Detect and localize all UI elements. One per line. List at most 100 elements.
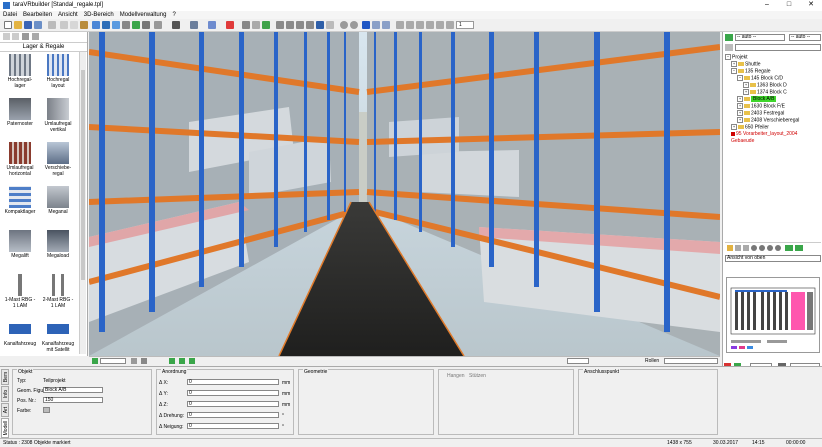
new-file-icon[interactable] bbox=[4, 21, 12, 29]
tab-haengen[interactable]: Hangen bbox=[447, 373, 465, 379]
folder-open-icon[interactable] bbox=[727, 245, 733, 251]
library-item-umlaufregal-horizontal[interactable]: Umlaufregal horizontal bbox=[2, 140, 38, 186]
pause-icon[interactable] bbox=[372, 21, 380, 29]
expand-icon[interactable]: − bbox=[737, 75, 743, 81]
library-item-kanalfahrzeug-satellit[interactable]: Kanalfahrzeug mit Satellit bbox=[40, 316, 76, 362]
expand-icon[interactable]: − bbox=[731, 68, 737, 74]
expand-icon[interactable]: + bbox=[743, 82, 749, 88]
tree-item-2403-festregal[interactable]: +2403 Festregal bbox=[737, 110, 784, 116]
library-grid-icon[interactable] bbox=[22, 33, 29, 40]
walk-icon[interactable] bbox=[189, 358, 195, 364]
3d-viewport[interactable] bbox=[89, 32, 720, 356]
zoom-out-icon[interactable] bbox=[759, 245, 765, 251]
zoom-in-icon[interactable] bbox=[751, 245, 757, 251]
view-home-icon[interactable] bbox=[92, 358, 98, 364]
delete-icon[interactable] bbox=[226, 21, 234, 29]
tree-item-gebaeude[interactable]: Gebaeude bbox=[731, 138, 754, 144]
menu-bearbeiten[interactable]: Bearbeiten bbox=[20, 11, 55, 19]
library-fwd-icon[interactable] bbox=[12, 33, 19, 40]
last-frame-icon[interactable] bbox=[426, 21, 434, 29]
measure-icon[interactable] bbox=[142, 21, 150, 29]
speed-slider[interactable] bbox=[567, 358, 589, 364]
library-item-paternoster[interactable]: Paternoster bbox=[2, 96, 38, 142]
zoom-window-icon[interactable] bbox=[775, 245, 781, 251]
library-item-meganal[interactable]: Meganal bbox=[40, 184, 76, 230]
tree-item-vorarbeiter-layout[interactable]: 95 Vorarbeiter_layout_2004 bbox=[731, 131, 797, 137]
line-tool-icon[interactable] bbox=[276, 21, 284, 29]
table-icon[interactable] bbox=[316, 21, 324, 29]
view-select[interactable] bbox=[100, 358, 126, 364]
search-input[interactable] bbox=[735, 44, 821, 51]
loop-icon[interactable] bbox=[436, 21, 444, 29]
expand-icon[interactable]: + bbox=[737, 110, 743, 116]
first-frame-icon[interactable] bbox=[416, 21, 424, 29]
add-green-icon[interactable] bbox=[132, 21, 140, 29]
tab-art[interactable]: Art bbox=[1, 403, 9, 417]
view-reset-icon[interactable] bbox=[131, 358, 137, 364]
crane-tool-icon[interactable] bbox=[122, 21, 130, 29]
frame-fwd-icon[interactable] bbox=[406, 21, 414, 29]
conveyor-tool-icon[interactable] bbox=[112, 21, 120, 29]
tree-item-135-regale[interactable]: − 135 Regale bbox=[731, 68, 771, 74]
library-scrollbar[interactable] bbox=[79, 52, 86, 354]
camera-icon[interactable] bbox=[172, 21, 180, 29]
expand-icon[interactable]: + bbox=[731, 61, 737, 67]
render-icon[interactable] bbox=[190, 21, 198, 29]
polyline-tool-icon[interactable] bbox=[286, 21, 294, 29]
speed-icon[interactable] bbox=[446, 21, 454, 29]
library-item-1-mast-rbg[interactable]: 1-Mast RBG - 1 LAM bbox=[2, 272, 38, 318]
search-icon[interactable] bbox=[725, 44, 733, 51]
library-item-2-mast-rbg[interactable]: 2-Mast RBG - 1 LAM bbox=[40, 272, 76, 318]
stop-record-icon[interactable] bbox=[350, 21, 358, 29]
drehung-field[interactable]: 0 bbox=[187, 412, 279, 418]
library-item-kanalfahrzeug[interactable]: Kanalfahrzeug bbox=[2, 316, 38, 362]
align-left-icon[interactable] bbox=[242, 21, 250, 29]
tree-item-650-pfeiler[interactable]: +650 Pfeiler bbox=[731, 124, 769, 130]
menu-modellverwaltung[interactable]: Modellverwaltung bbox=[117, 11, 170, 19]
copy-icon[interactable] bbox=[70, 21, 78, 29]
arc-tool-icon[interactable] bbox=[296, 21, 304, 29]
menu-datei[interactable]: Datei bbox=[0, 11, 20, 19]
library-item-hochregal-layout[interactable]: Hochregal layout bbox=[40, 52, 76, 98]
expand-icon[interactable]: − bbox=[725, 54, 731, 60]
tools-icon[interactable] bbox=[208, 21, 216, 29]
dz-field[interactable]: 0 bbox=[187, 401, 279, 407]
tab-modell[interactable]: Modell bbox=[1, 418, 9, 438]
dx-field[interactable]: 0 bbox=[187, 379, 279, 385]
library-item-kompaktlager[interactable]: Kompaktlager bbox=[2, 184, 38, 230]
print-icon[interactable] bbox=[48, 21, 56, 29]
shelf-tool-icon[interactable] bbox=[92, 21, 100, 29]
library-item-umlaufregal-vertikal[interactable]: Umlaufregal vertikal bbox=[40, 96, 76, 142]
expand-icon[interactable]: + bbox=[731, 124, 737, 130]
grid-icon[interactable] bbox=[154, 21, 162, 29]
record-icon[interactable] bbox=[340, 21, 348, 29]
step-icon[interactable] bbox=[382, 21, 390, 29]
camera-icon[interactable] bbox=[141, 358, 147, 364]
play-icon[interactable] bbox=[362, 21, 370, 29]
page-select[interactable]: 1 bbox=[456, 21, 474, 29]
tree-item-145-block-cd[interactable]: − 145 Block C/D bbox=[737, 75, 783, 81]
align-center-icon[interactable] bbox=[252, 21, 260, 29]
library-item-megalift[interactable]: Megalift bbox=[2, 228, 38, 274]
tree-item-1363-block-d[interactable]: +1363 Block D bbox=[743, 82, 787, 88]
link-icon[interactable] bbox=[785, 245, 793, 251]
roll-slider[interactable] bbox=[664, 358, 718, 364]
snap-icon[interactable] bbox=[306, 21, 314, 29]
library-item-megaload[interactable]: Megaload bbox=[40, 228, 76, 274]
library-scroll-thumb[interactable] bbox=[81, 70, 85, 280]
close-button[interactable]: ✕ bbox=[800, 0, 822, 10]
save-as-icon[interactable] bbox=[34, 21, 42, 29]
hand-icon[interactable] bbox=[743, 245, 749, 251]
minimap[interactable] bbox=[726, 277, 820, 353]
expand-icon[interactable]: + bbox=[737, 117, 743, 123]
pan-icon[interactable] bbox=[735, 245, 741, 251]
expand-icon[interactable]: + bbox=[737, 103, 743, 109]
view-direction-select[interactable]: Ansicht von oben bbox=[725, 255, 821, 262]
paste-icon[interactable] bbox=[80, 21, 88, 29]
tree-item-projekt[interactable]: − Projekt bbox=[725, 54, 748, 60]
expand-icon[interactable]: + bbox=[743, 89, 749, 95]
tree-item-2408-verschieberegal[interactable]: +2408 Verschieberegal bbox=[737, 117, 799, 123]
geom-field[interactable]: Block A/B bbox=[43, 387, 103, 393]
dy-field[interactable]: 0 bbox=[187, 390, 279, 396]
save-icon[interactable] bbox=[24, 21, 32, 29]
